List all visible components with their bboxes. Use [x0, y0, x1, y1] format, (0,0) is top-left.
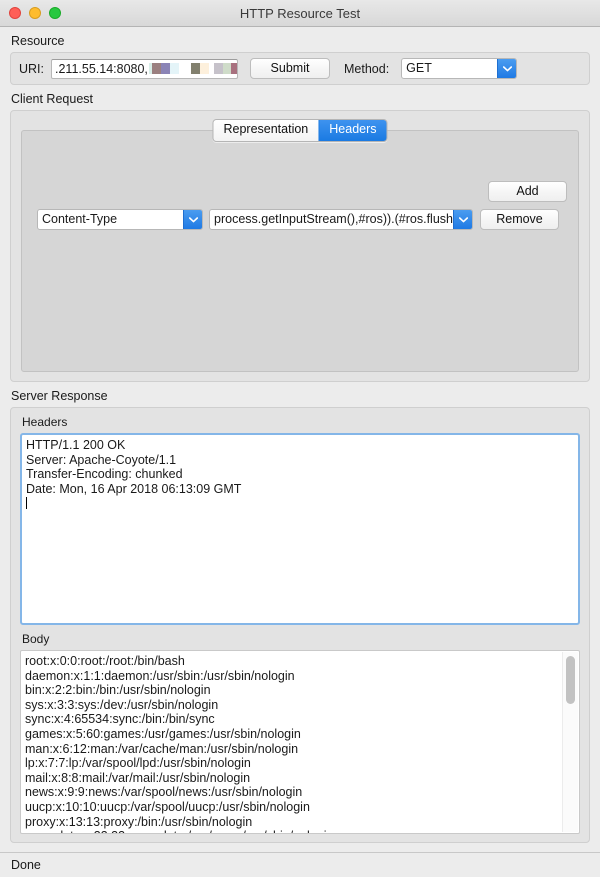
header-value-select[interactable]: process.getInputStream(),#ros)).(#ros.fl…: [209, 209, 473, 230]
client-request-inner-panel: Representation Headers Add Content-Type …: [21, 119, 579, 372]
text-caret: [26, 497, 27, 510]
redacted-block: [169, 63, 179, 74]
server-response-group-label: Server Response: [11, 389, 108, 403]
uri-label: URI:: [19, 61, 44, 76]
submit-button[interactable]: Submit: [250, 58, 330, 79]
tab-representation[interactable]: Representation: [213, 120, 319, 141]
response-body-textarea[interactable]: root:x:0:0:root:/root:/bin/bash daemon:x…: [20, 650, 580, 834]
header-name-select[interactable]: Content-Type: [37, 209, 203, 230]
tab-headers[interactable]: Headers: [318, 120, 387, 141]
statusbar: Done: [0, 852, 600, 877]
resource-group-label: Resource: [11, 34, 65, 48]
method-label: Method:: [344, 61, 390, 76]
client-request-group-label: Client Request: [11, 92, 93, 106]
response-headers-text: HTTP/1.1 200 OK Server: Apache-Coyote/1.…: [26, 438, 242, 496]
redacted-block: [199, 63, 209, 74]
server-response-panel: Headers HTTP/1.1 200 OK Server: Apache-C…: [10, 407, 590, 843]
window-title: HTTP Resource Test: [239, 5, 361, 21]
body-scrollbar[interactable]: [562, 652, 578, 832]
method-select-value: GET: [406, 61, 432, 75]
method-select[interactable]: GET: [401, 58, 518, 79]
response-headers-textarea[interactable]: HTTP/1.1 200 OK Server: Apache-Coyote/1.…: [20, 433, 580, 625]
header-value-value: process.getInputStream(),#ros)).(#ros.fl…: [214, 212, 453, 226]
redacted-block: [160, 63, 170, 74]
request-tabs: Representation Headers: [212, 119, 388, 142]
statusbar-text: Done: [11, 858, 41, 872]
redacted-block: [190, 63, 200, 74]
maximize-button-icon[interactable]: [49, 7, 61, 19]
minimize-button-icon[interactable]: [29, 7, 41, 19]
client-request-panel: Representation Headers Add Content-Type …: [10, 110, 590, 382]
response-body-text: root:x:0:0:root:/root:/bin/bash daemon:x…: [25, 654, 333, 833]
chevron-down-icon: [453, 210, 472, 229]
redacted-block: [151, 63, 161, 74]
redacted-block: [222, 63, 231, 74]
header-name-value: Content-Type: [42, 212, 118, 226]
response-headers-label: Headers: [22, 415, 68, 429]
window-controls: [0, 7, 61, 19]
header-entry-row: Content-Type process.getInputStream(),#r…: [37, 209, 567, 230]
uri-input-value: .211.55.14:8080,: [55, 61, 148, 76]
close-button-icon[interactable]: [9, 7, 21, 19]
uri-input[interactable]: .211.55.14:8080,: [51, 58, 238, 79]
resource-panel: URI: .211.55.14:8080, Submit Method: GET: [10, 52, 590, 85]
window-titlebar: HTTP Resource Test: [0, 0, 600, 27]
redacted-block: [178, 63, 191, 74]
chevron-down-icon: [183, 210, 202, 229]
redacted-block: [230, 63, 237, 74]
response-body-label: Body: [22, 632, 50, 646]
redacted-block: [213, 63, 223, 74]
add-button-row: Add: [488, 181, 567, 202]
body-scrollbar-thumb[interactable]: [566, 656, 575, 704]
add-header-button[interactable]: Add: [488, 181, 567, 202]
chevron-down-icon: [497, 59, 517, 78]
uri-redacted-content: [148, 63, 237, 74]
remove-header-button[interactable]: Remove: [480, 209, 559, 230]
